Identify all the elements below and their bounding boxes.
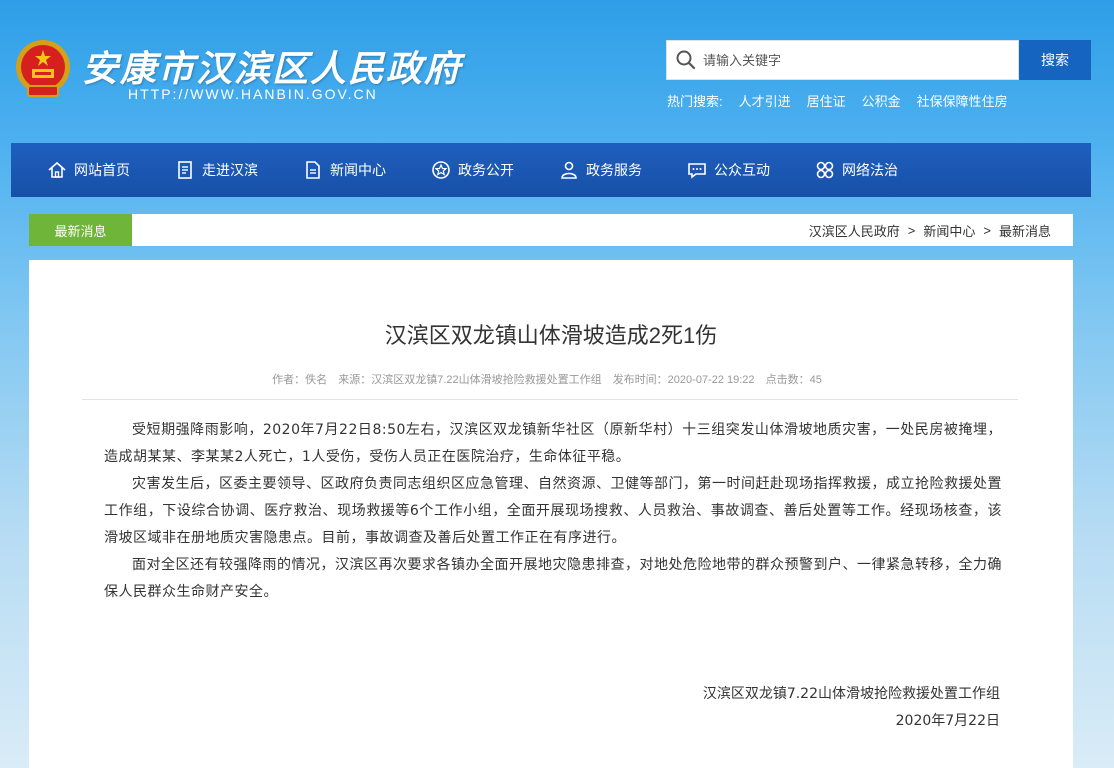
- breadcrumb-separator: >: [983, 222, 991, 238]
- main-navbar: 网站首页 走进汉滨 新闻中心 政务公开 政务服务 公众互动 网络法治: [11, 143, 1091, 197]
- search-icon: [676, 50, 696, 70]
- document-icon: [178, 161, 192, 179]
- nav-item-home[interactable]: 网站首页: [47, 143, 130, 197]
- nav-item-news[interactable]: 新闻中心: [303, 143, 386, 197]
- hot-search-link[interactable]: 人才引进: [739, 91, 791, 110]
- nav-item-label: 网站首页: [74, 162, 130, 178]
- nav-item-about[interactable]: 走进汉滨: [175, 143, 258, 197]
- article-title: 汉滨区双龙镇山体滑坡造成2死1伤: [384, 323, 718, 348]
- breadcrumb-link-latest[interactable]: 最新消息: [999, 221, 1051, 240]
- hot-search-link[interactable]: 社保保障性住房: [917, 91, 1008, 110]
- breadcrumb: 汉滨区人民政府 > 新闻中心 > 最新消息: [809, 214, 1051, 246]
- article-paragraph: 受短期强降雨影响，2020年7月22日8:50左右，汉滨区双龙镇新华社区（原新华…: [104, 422, 1002, 465]
- star-badge-icon: [432, 161, 450, 179]
- nav-item-label: 走进汉滨: [202, 162, 258, 178]
- site-url: HTTP://WWW.HANBIN.GOV.CN: [128, 86, 378, 102]
- meta-author: 作者：佚名: [272, 374, 328, 386]
- meta-published: 发布时间：2020-07-22 19:22: [612, 374, 755, 386]
- grid-icon: [816, 161, 834, 179]
- nav-item-label: 政务服务: [586, 162, 642, 178]
- nav-item-label: 公众互动: [714, 162, 770, 178]
- hot-search-link[interactable]: 公积金: [862, 91, 901, 110]
- article-signature: 汉滨区双龙镇7.22山体滑坡抢险救援处置工作组: [702, 686, 1000, 702]
- home-icon: [48, 161, 66, 178]
- meta-clicks: 点击数：45: [765, 374, 822, 386]
- nav-item-label: 网络法治: [842, 162, 898, 178]
- meta-source: 来源：汉滨区双龙镇7.22山体滑坡抢险救援处置工作组: [338, 374, 602, 386]
- breadcrumb-link-news[interactable]: 新闻中心: [923, 221, 975, 240]
- user-service-icon: [561, 161, 577, 179]
- article-paragraph: 灾害发生后，区委主要领导、区政府负责同志组织区应急管理、自然资源、卫健等部门，第…: [104, 476, 1002, 546]
- national-emblem-icon: [16, 40, 70, 97]
- divider: [82, 399, 1018, 400]
- search-button[interactable]: 搜索: [1019, 40, 1091, 80]
- site-title: 安康市汉滨区人民政府: [82, 48, 463, 90]
- nav-item-gov-affairs[interactable]: 政务公开: [431, 143, 514, 197]
- chat-icon: [688, 163, 706, 179]
- site-header: 安康市汉滨区人民政府 HTTP://WWW.HANBIN.GOV.CN 搜索 热…: [0, 0, 1114, 140]
- nav-item-interaction[interactable]: 公众互动: [687, 143, 770, 197]
- article-signature-block: 汉滨区双龙镇7.22山体滑坡抢险救援处置工作组 2020年7月22日: [703, 681, 1000, 735]
- nav-item-rule-of-law[interactable]: 网络法治: [815, 143, 898, 197]
- hot-search-label: 热门搜索:: [667, 94, 723, 109]
- article-content: 受短期强降雨影响，2020年7月22日8:50左右，汉滨区双龙镇新华社区（原新华…: [104, 417, 1002, 606]
- search-box: [666, 40, 1019, 80]
- section-tag: 最新消息: [29, 214, 132, 246]
- search-input[interactable]: [703, 52, 1003, 68]
- hot-search: 热门搜索: 人才引进 居住证 公积金 社保保障性住房: [667, 91, 1008, 110]
- news-icon: [306, 161, 320, 179]
- article-paragraph: 面对全区还有较强降雨的情况，汉滨区再次要求各镇办全面开展地灾隐患排查，对地处危险…: [104, 557, 1002, 600]
- breadcrumb-link-home[interactable]: 汉滨区人民政府: [809, 221, 900, 240]
- section-bar: 最新消息 汉滨区人民政府 > 新闻中心 > 最新消息: [29, 214, 1073, 246]
- hot-search-link[interactable]: 居住证: [807, 91, 846, 110]
- nav-item-label: 新闻中心: [330, 162, 386, 178]
- nav-item-gov-services[interactable]: 政务服务: [559, 143, 642, 197]
- article-date: 2020年7月22日: [895, 713, 1000, 729]
- nav-item-label: 政务公开: [458, 162, 514, 178]
- breadcrumb-separator: >: [907, 222, 916, 238]
- article: 汉滨区双龙镇山体滑坡造成2死1伤 作者：佚名 来源：汉滨区双龙镇7.22山体滑坡…: [29, 260, 1073, 768]
- article-meta: 作者：佚名 来源：汉滨区双龙镇7.22山体滑坡抢险救援处置工作组 发布时间：20…: [29, 371, 1073, 387]
